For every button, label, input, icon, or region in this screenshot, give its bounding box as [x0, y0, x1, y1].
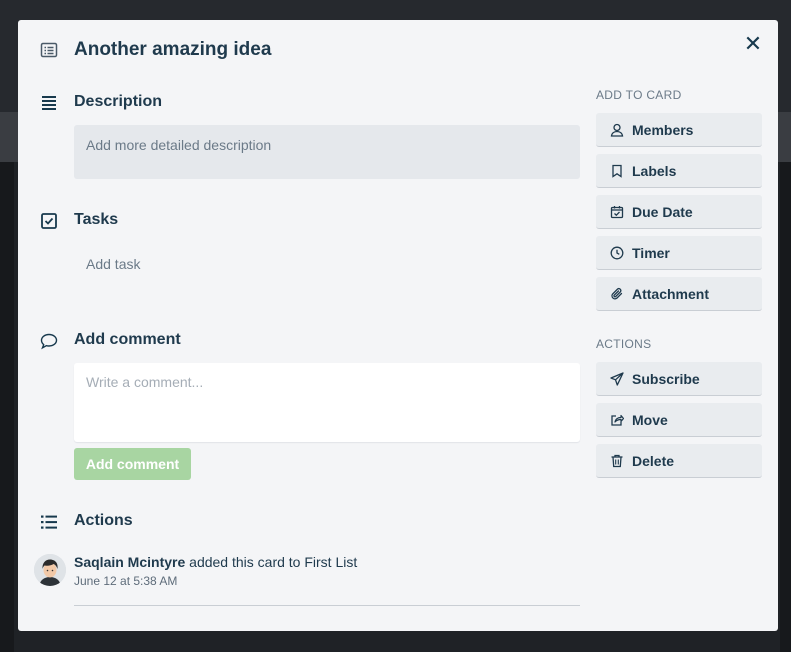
clock-icon: [610, 246, 624, 259]
divider: [74, 605, 580, 606]
trash-icon: [611, 454, 623, 467]
user-icon: [610, 123, 624, 137]
card-detail-modal: ✕ Another amazing idea Description Add m…: [18, 20, 778, 631]
checkbox-icon: [41, 213, 57, 229]
timer-button-label: Timer: [632, 244, 670, 261]
add-comment-button[interactable]: Add comment: [74, 448, 191, 480]
activity-message: Saqlain Mcintyre added this card to Firs…: [74, 554, 357, 570]
attachment-button-label: Attachment: [632, 285, 710, 302]
avatar[interactable]: [34, 554, 66, 586]
align-justify-icon: [42, 96, 56, 110]
move-button-label: Move: [632, 411, 668, 428]
paper-plane-icon: [610, 371, 624, 386]
delete-button-label: Delete: [632, 452, 675, 469]
actions-heading: Actions: [74, 512, 133, 529]
timer-button[interactable]: Timer: [596, 236, 762, 270]
card-icon: [40, 42, 58, 58]
board-list-column: [0, 162, 14, 652]
bookmark-icon: [612, 164, 622, 178]
add-to-card-heading: ADD TO CARD: [596, 88, 682, 102]
labels-button[interactable]: Labels: [596, 154, 762, 188]
activity-timestamp: June 12 at 5:38 AM: [74, 574, 178, 588]
comment-input[interactable]: [74, 363, 580, 442]
activity-user-name[interactable]: Saqlain Mcintyre: [74, 554, 185, 570]
user-avatar-icon: [34, 554, 66, 586]
subscribe-button[interactable]: Subscribe: [596, 362, 762, 396]
add-task-button[interactable]: Add task: [86, 256, 140, 272]
activity-description: added this card to First List: [189, 554, 358, 570]
due-date-button[interactable]: Due Date: [596, 195, 762, 229]
tasks-heading: Tasks: [74, 211, 119, 228]
members-button-label: Members: [632, 121, 694, 138]
comment-icon: [40, 333, 58, 350]
move-button[interactable]: Move: [596, 403, 762, 437]
description-input[interactable]: Add more detailed description: [74, 125, 580, 179]
actions-sidebar-heading: ACTIONS: [596, 337, 652, 351]
share-icon: [611, 414, 624, 426]
board-list-column: [780, 162, 791, 652]
close-icon[interactable]: ✕: [742, 33, 764, 55]
attachment-button[interactable]: Attachment: [596, 277, 762, 311]
paperclip-icon: [611, 287, 623, 299]
add-comment-heading: Add comment: [74, 331, 181, 348]
due-date-button-label: Due Date: [632, 203, 693, 220]
card-title[interactable]: Another amazing idea: [74, 39, 271, 61]
labels-button-label: Labels: [632, 162, 677, 179]
description-heading: Description: [74, 93, 163, 110]
list-icon: [41, 515, 57, 529]
members-button[interactable]: Members: [596, 113, 762, 147]
delete-button[interactable]: Delete: [596, 444, 762, 478]
subscribe-button-label: Subscribe: [632, 370, 700, 387]
calendar-check-icon: [610, 205, 624, 218]
